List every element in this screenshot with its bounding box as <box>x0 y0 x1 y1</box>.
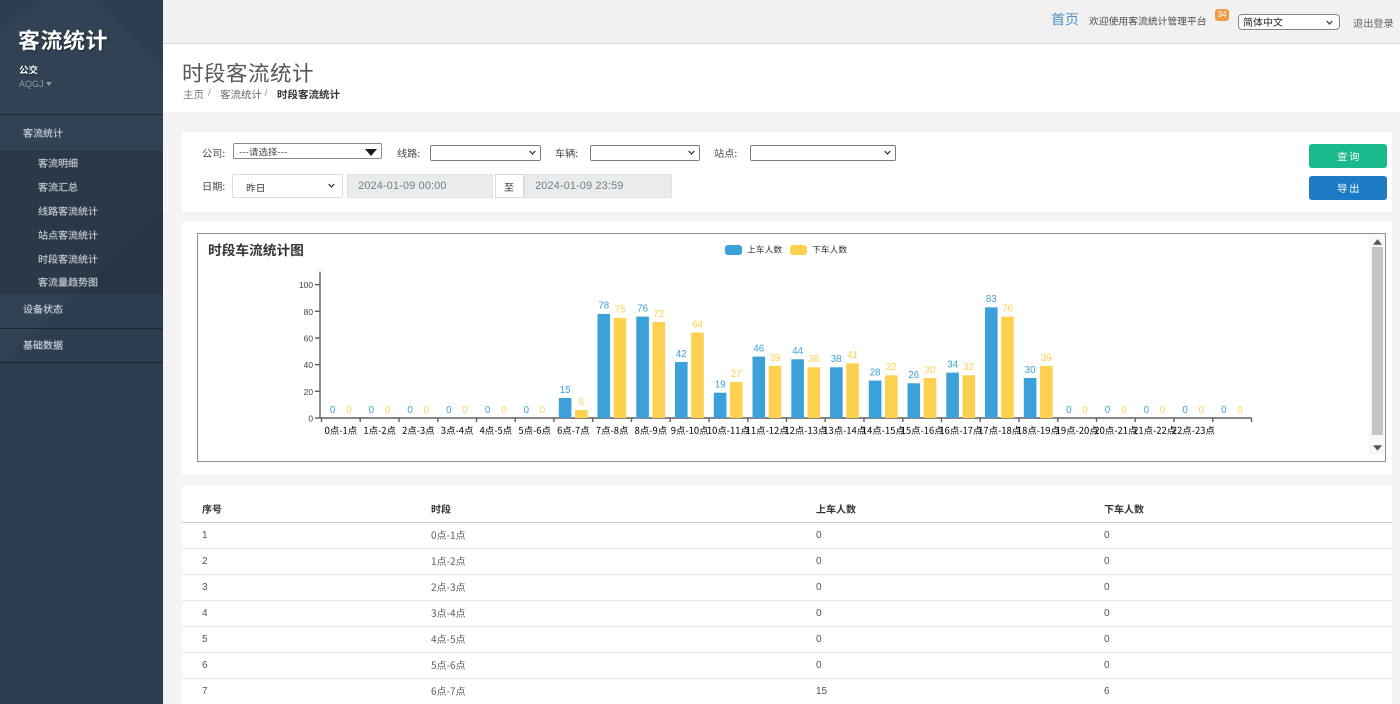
svg-text:0: 0 <box>1082 405 1088 416</box>
svg-text:0: 0 <box>1221 405 1227 416</box>
svg-text:0: 0 <box>407 405 413 416</box>
svg-text:28: 28 <box>870 367 881 378</box>
svg-text:0: 0 <box>501 405 507 416</box>
svg-text:40: 40 <box>304 360 314 370</box>
svg-text:76: 76 <box>637 303 648 314</box>
svg-text:38: 38 <box>831 354 842 365</box>
svg-text:6: 6 <box>579 397 584 408</box>
svg-text:0: 0 <box>446 405 452 416</box>
svg-text:76: 76 <box>1002 303 1013 314</box>
svg-text:27: 27 <box>731 369 742 380</box>
svg-text:39: 39 <box>770 353 781 364</box>
svg-text:75: 75 <box>615 305 626 316</box>
svg-text:15: 15 <box>560 385 571 396</box>
svg-text:0: 0 <box>424 405 430 416</box>
svg-text:46: 46 <box>753 343 764 354</box>
svg-text:42: 42 <box>676 349 687 360</box>
svg-text:0: 0 <box>1105 405 1111 416</box>
svg-text:30: 30 <box>1025 365 1036 376</box>
svg-text:0: 0 <box>308 414 313 424</box>
svg-text:0: 0 <box>346 405 352 416</box>
svg-text:32: 32 <box>963 362 974 373</box>
svg-text:0: 0 <box>1237 405 1243 416</box>
svg-text:26: 26 <box>908 370 919 381</box>
svg-text:0: 0 <box>1199 405 1205 416</box>
svg-text:80: 80 <box>304 307 314 317</box>
svg-text:0: 0 <box>540 405 546 416</box>
svg-text:0: 0 <box>1066 405 1072 416</box>
svg-text:60: 60 <box>304 334 314 344</box>
svg-text:41: 41 <box>847 350 858 361</box>
svg-text:72: 72 <box>653 309 664 320</box>
svg-text:39: 39 <box>1041 353 1052 364</box>
svg-text:78: 78 <box>598 301 609 312</box>
svg-text:100: 100 <box>299 280 313 290</box>
svg-text:0: 0 <box>1144 405 1150 416</box>
svg-text:38: 38 <box>808 354 819 365</box>
svg-text:19: 19 <box>715 380 726 391</box>
svg-text:30: 30 <box>925 365 936 376</box>
svg-text:0: 0 <box>1182 405 1188 416</box>
svg-text:0: 0 <box>385 405 391 416</box>
svg-text:20: 20 <box>304 387 314 397</box>
svg-text:0: 0 <box>485 405 491 416</box>
svg-text:32: 32 <box>886 362 897 373</box>
svg-text:0: 0 <box>462 405 468 416</box>
svg-text:0: 0 <box>369 405 375 416</box>
svg-text:83: 83 <box>986 294 997 305</box>
svg-text:34: 34 <box>947 359 958 370</box>
svg-text:0: 0 <box>1121 405 1127 416</box>
svg-text:0: 0 <box>330 405 336 416</box>
svg-text:0: 0 <box>1160 405 1166 416</box>
svg-text:0: 0 <box>524 405 530 416</box>
svg-text:64: 64 <box>692 319 703 330</box>
svg-text:44: 44 <box>792 346 803 357</box>
